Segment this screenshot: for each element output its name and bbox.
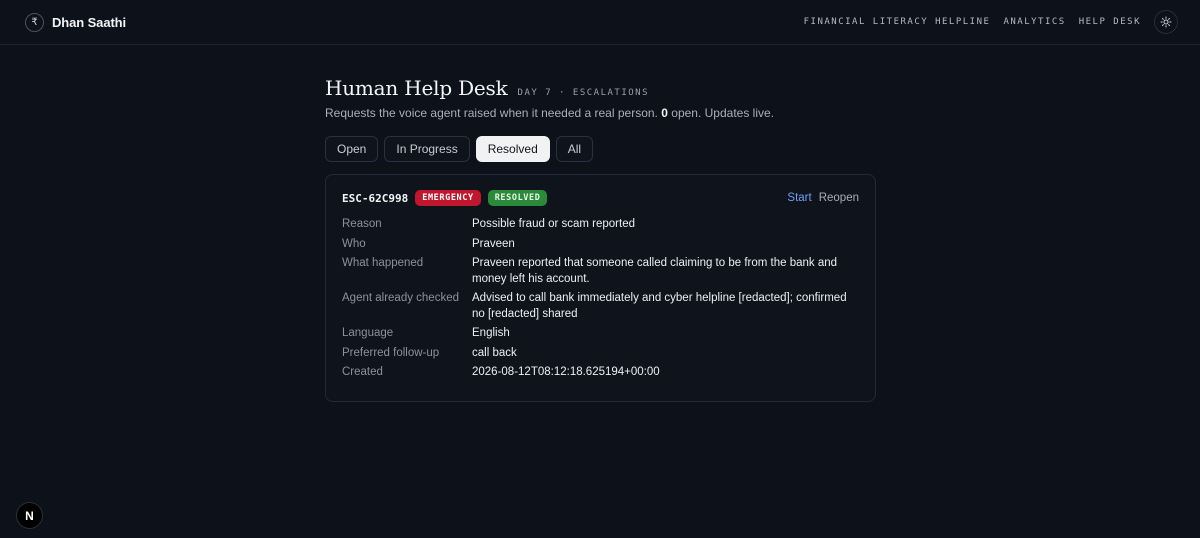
status-badge: RESOLVED: [487, 190, 548, 206]
detail-row-what-happened: What happened Praveen reported that some…: [342, 256, 859, 287]
priority-badge: EMERGENCY: [415, 190, 481, 206]
main-nav: FINANCIAL LITERACY HELPLINE ANALYTICS HE…: [804, 10, 1178, 34]
status-filter-tabs: Open In Progress Resolved All: [325, 136, 876, 162]
detail-value: Advised to call bank immediately and cyb…: [472, 292, 847, 320]
detail-row-who: Who Praveen: [342, 237, 859, 253]
brand-name: Dhan Saathi: [52, 14, 127, 30]
card-header: ESC-62C998 EMERGENCY RESOLVED Start Reop…: [342, 190, 859, 206]
theme-toggle-button[interactable]: [1154, 10, 1178, 34]
subtitle-text: Requests the voice agent raised when it …: [325, 106, 658, 120]
detail-label: Reason: [342, 218, 382, 230]
tab-in-progress[interactable]: In Progress: [384, 136, 470, 162]
rupee-logo-icon: ₹: [25, 12, 44, 32]
dev-tools-badge[interactable]: N: [16, 502, 43, 529]
detail-row-follow-up: Preferred follow-up call back: [342, 346, 859, 362]
start-button[interactable]: Start: [787, 192, 811, 204]
nav-link-help-desk[interactable]: HELP DESK: [1079, 17, 1141, 27]
escalation-id: ESC-62C998: [342, 191, 409, 205]
page-kicker: DAY 7 · ESCALATIONS: [517, 88, 649, 98]
detail-row-reason: Reason Possible fraud or scam reported: [342, 217, 859, 233]
page-subtitle: Requests the voice agent raised when it …: [325, 106, 876, 120]
subtitle-suffix: open. Updates live.: [671, 106, 774, 120]
nav-link-analytics[interactable]: ANALYTICS: [1003, 17, 1065, 27]
detail-value: Possible fraud or scam reported: [472, 218, 635, 230]
detail-label: Language: [342, 327, 394, 339]
open-count: 0: [661, 106, 668, 120]
detail-value: call back: [472, 346, 517, 359]
detail-label: What happened: [342, 257, 424, 269]
detail-value: English: [472, 327, 510, 339]
title-row: Human Help Desk DAY 7 · ESCALATIONS: [325, 76, 876, 100]
detail-value: 2026-08-12T08:12:18.625194+00:00: [472, 366, 660, 378]
nav-link-helpline[interactable]: FINANCIAL LITERACY HELPLINE: [804, 17, 991, 27]
tab-all[interactable]: All: [555, 136, 594, 162]
detail-row-created: Created 2026-08-12T08:12:18.625194+00:00: [342, 365, 859, 381]
detail-label: Agent already checked: [342, 292, 459, 304]
top-nav-bar: ₹ Dhan Saathi FINANCIAL LITERACY HELPLIN…: [0, 0, 1200, 45]
sun-icon: [1160, 16, 1172, 28]
tab-resolved[interactable]: Resolved: [475, 136, 550, 162]
brand[interactable]: ₹ Dhan Saathi: [25, 12, 127, 32]
card-actions: Start Reopen: [787, 192, 859, 204]
detail-row-language: Language English: [342, 326, 859, 342]
detail-label: Who: [342, 237, 366, 250]
help-desk-main: Human Help Desk DAY 7 · ESCALATIONS Requ…: [325, 76, 876, 402]
ticket-details: Reason Possible fraud or scam reported W…: [342, 217, 859, 381]
page-title: Human Help Desk: [325, 76, 508, 100]
tab-open[interactable]: Open: [325, 136, 379, 162]
escalation-card: ESC-62C998 EMERGENCY RESOLVED Start Reop…: [325, 174, 876, 402]
detail-row-agent-checked: Agent already checked Advised to call ba…: [342, 291, 859, 322]
detail-value: Praveen reported that someone called cla…: [472, 257, 838, 285]
detail-value: Praveen: [472, 237, 515, 250]
detail-label: Preferred follow-up: [342, 346, 440, 359]
reopen-button[interactable]: Reopen: [819, 192, 859, 204]
card-header-left: ESC-62C998 EMERGENCY RESOLVED: [342, 190, 548, 206]
detail-label: Created: [342, 366, 383, 378]
